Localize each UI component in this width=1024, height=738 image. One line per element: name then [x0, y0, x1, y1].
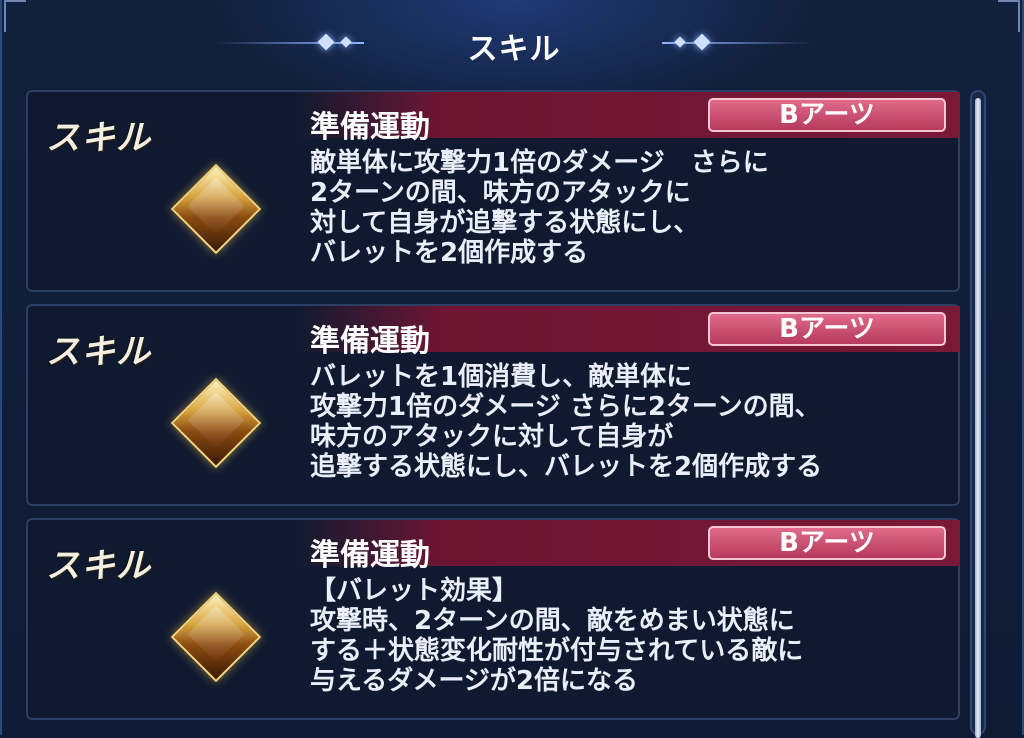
- skill-card[interactable]: スキル 準備運動 Bアーツ バレットを1個消費し、敵単体に 攻撃力1倍のダメージ…: [26, 304, 960, 506]
- skill-name: 準備運動: [310, 110, 430, 145]
- skill-label: スキル: [46, 546, 151, 586]
- scrollbar[interactable]: [970, 90, 986, 738]
- skill-label: スキル: [46, 118, 151, 158]
- card-type-badge: Bアーツ: [708, 98, 946, 132]
- skill-card[interactable]: スキル 準備運動 Bアーツ 敵単体に攻撃力1倍のダメージ さらに 2ターンの間、…: [26, 90, 960, 292]
- card-type-badge: Bアーツ: [708, 526, 946, 560]
- panel-header: スキル: [2, 0, 1024, 80]
- gem-icon: [170, 591, 262, 683]
- page-title: スキル: [467, 32, 561, 67]
- skill-name: 準備運動: [310, 538, 430, 573]
- gem-icon: [170, 163, 262, 255]
- scrollbar-thumb[interactable]: [975, 98, 981, 738]
- skill-panel: スキル スキル 準備運動 Bアーツ 敵単体に攻撃力1倍のダメージ さらに 2ター…: [0, 0, 1024, 738]
- skill-label: スキル: [46, 332, 151, 372]
- gem-icon: [170, 377, 262, 469]
- skill-description: 【バレット効果】 攻撃時、2ターンの間、敵をめまい状態に する＋状態変化耐性が付…: [310, 576, 804, 696]
- skill-description: 敵単体に攻撃力1倍のダメージ さらに 2ターンの間、味方のアタックに 対して自身…: [310, 148, 769, 268]
- skill-card[interactable]: スキル 準備運動 Bアーツ 【バレット効果】 攻撃時、2ターンの間、敵をめまい状…: [26, 518, 960, 720]
- card-type-badge: Bアーツ: [708, 312, 946, 346]
- skill-name: 準備運動: [310, 324, 430, 359]
- skill-description: バレットを1個消費し、敵単体に 攻撃力1倍のダメージ さらに2ターンの間、 味方…: [310, 362, 823, 482]
